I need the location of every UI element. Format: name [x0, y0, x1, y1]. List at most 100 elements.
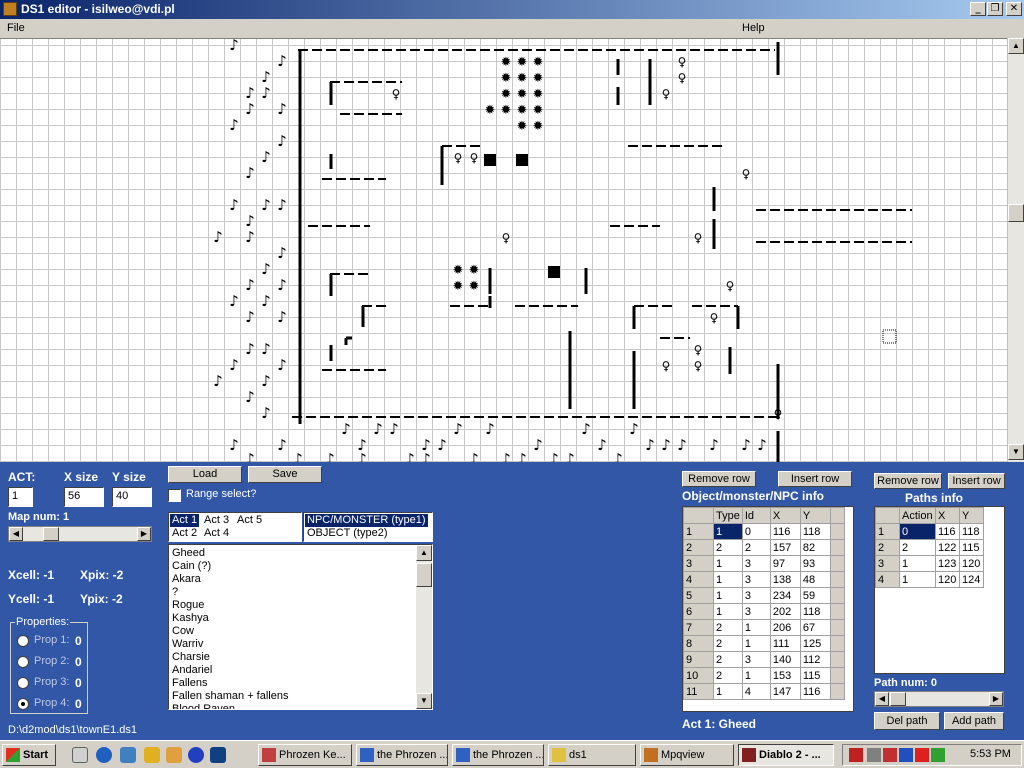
scroll-thumb[interactable]: [1008, 204, 1024, 222]
row-header[interactable]: 8: [683, 635, 714, 652]
table-row[interactable]: 7 2 1 206 67: [683, 619, 845, 636]
save-button[interactable]: Save: [248, 466, 322, 483]
table-cell[interactable]: 115: [799, 667, 831, 684]
tray-app-icon[interactable]: [931, 748, 945, 762]
prop-radio[interactable]: [17, 656, 29, 668]
menu-file[interactable]: File: [7, 22, 25, 34]
row-header[interactable]: 5: [683, 587, 714, 604]
table-cell[interactable]: 120: [935, 571, 960, 588]
zonealarm-icon[interactable]: [915, 748, 929, 762]
table-cell[interactable]: 118: [799, 523, 831, 540]
table-row[interactable]: 10 2 1 153 115: [683, 667, 845, 684]
objects-table[interactable]: Type Id X Y 1 1 0 116 118 2 2 2 157 82 3 1 3 97 93 4 1 3 138 48…: [683, 507, 845, 700]
paths-remove-row-button[interactable]: Remove row: [874, 473, 942, 489]
monster-list-scrollbar[interactable]: ▲ ▼: [416, 545, 432, 709]
list-item[interactable]: Cain (?): [169, 560, 432, 573]
table-cell[interactable]: 118: [959, 523, 984, 540]
table-scrollbar[interactable]: [829, 651, 845, 668]
table-cell[interactable]: 2: [713, 635, 743, 652]
table-cell[interactable]: 4: [741, 683, 771, 700]
table-cell[interactable]: 116: [799, 683, 831, 700]
row-header[interactable]: 3: [683, 555, 714, 572]
taskbar-button[interactable]: the Phrozen ...: [356, 744, 448, 766]
type-item[interactable]: OBJECT (type2): [305, 527, 390, 540]
table-cell[interactable]: 1: [713, 523, 743, 540]
close-button[interactable]: ✕: [1006, 2, 1022, 16]
column-header[interactable]: Y: [959, 507, 984, 524]
table-scrollbar[interactable]: [829, 603, 845, 620]
table-cell[interactable]: 116: [769, 523, 801, 540]
row-header[interactable]: 4: [875, 571, 900, 588]
scroll-up-arrow-icon[interactable]: ▲: [416, 545, 432, 561]
monster-list[interactable]: Gheed Cain (?) Akara? Rogue Kashya Cow Warriv C…: [168, 544, 433, 710]
table-cell[interactable]: 3: [741, 587, 771, 604]
table-cell[interactable]: 2: [741, 539, 771, 556]
minimize-button[interactable]: _: [970, 2, 986, 16]
act-item[interactable]: Act 5: [235, 514, 264, 527]
list-item[interactable]: Kashya: [169, 612, 432, 625]
table-cell[interactable]: 1: [741, 667, 771, 684]
table-cell[interactable]: 234: [769, 587, 801, 604]
start-button[interactable]: Start: [2, 744, 56, 766]
list-item[interactable]: Akara: [169, 573, 432, 586]
table-cell[interactable]: 0: [899, 523, 936, 540]
slider-thumb[interactable]: [890, 692, 906, 706]
taskbar-button[interactable]: the Phrozen ...: [452, 744, 544, 766]
table-row[interactable]: 6 1 3 202 118: [683, 603, 845, 620]
list-item[interactable]: Fallens: [169, 677, 432, 690]
list-item[interactable]: Fallen shaman + fallens: [169, 690, 432, 703]
volume-icon[interactable]: [867, 748, 881, 762]
slider-left-arrow-icon[interactable]: ◀: [875, 692, 889, 706]
type-list[interactable]: NPC/MONSTER (type1) OBJECT (type2): [303, 512, 433, 542]
path-num-slider[interactable]: ◀ ▶: [874, 691, 1004, 707]
del-path-button[interactable]: Del path: [874, 712, 940, 730]
table-cell[interactable]: 93: [799, 555, 831, 572]
column-header[interactable]: Y: [799, 507, 831, 524]
row-header[interactable]: 1: [875, 523, 900, 540]
table-cell[interactable]: 2: [713, 539, 743, 556]
column-header[interactable]: X: [769, 507, 801, 524]
table-cell[interactable]: 115: [959, 539, 984, 556]
table-cell[interactable]: 0: [741, 523, 771, 540]
table-cell[interactable]: 1: [713, 587, 743, 604]
act-field[interactable]: 1: [8, 487, 33, 507]
table-cell[interactable]: 82: [799, 539, 831, 556]
table-cell[interactable]: 112: [799, 651, 831, 668]
act-item[interactable]: Act 2: [170, 527, 199, 540]
show-desktop-icon[interactable]: [72, 747, 88, 763]
messenger-icon[interactable]: [188, 747, 204, 763]
map-vertical-scrollbar[interactable]: ▲ ▼: [1007, 38, 1024, 462]
table-row[interactable]: 2 2 122 115: [875, 539, 984, 556]
load-button[interactable]: Load: [168, 466, 242, 483]
paths-insert-row-button[interactable]: Insert row: [948, 473, 1005, 489]
table-cell[interactable]: 157: [769, 539, 801, 556]
tray-app-icon[interactable]: [883, 748, 897, 762]
table-row[interactable]: 5 1 3 234 59: [683, 587, 845, 604]
scroll-down-arrow-icon[interactable]: ▼: [1008, 444, 1024, 460]
table-row[interactable]: 9 2 3 140 112: [683, 651, 845, 668]
prop-radio[interactable]: [17, 698, 29, 710]
taskbar-button[interactable]: ds1: [548, 744, 636, 766]
table-cell[interactable]: 140: [769, 651, 801, 668]
range-select-checkbox[interactable]: [168, 489, 181, 502]
table-row[interactable]: 4 1 120 124: [875, 571, 984, 588]
table-cell[interactable]: 2: [713, 667, 743, 684]
objects-insert-row-button[interactable]: Insert row: [778, 471, 852, 487]
paths-table[interactable]: Action X Y 1 0 116 118 2 2 122 115 3 1 123 120 4 1 120 124: [875, 507, 984, 588]
list-item[interactable]: Charsie: [169, 651, 432, 664]
table-scrollbar[interactable]: [829, 667, 845, 684]
app-shortcut-icon[interactable]: [210, 747, 226, 763]
antivirus-icon[interactable]: [849, 748, 863, 762]
table-cell[interactable]: 3: [741, 571, 771, 588]
table-cell[interactable]: 1: [713, 555, 743, 572]
table-cell[interactable]: 1: [899, 555, 936, 572]
table-cell[interactable]: 97: [769, 555, 801, 572]
tool-icon[interactable]: [166, 747, 182, 763]
row-header[interactable]: 10: [683, 667, 714, 684]
table-scrollbar[interactable]: [829, 587, 845, 604]
scroll-up-arrow-icon[interactable]: ▲: [1008, 38, 1024, 54]
list-item[interactable]: Rogue: [169, 599, 432, 612]
row-header[interactable]: 7: [683, 619, 714, 636]
internet-explorer-icon[interactable]: [96, 747, 112, 763]
maximize-button[interactable]: ❐: [987, 2, 1003, 16]
